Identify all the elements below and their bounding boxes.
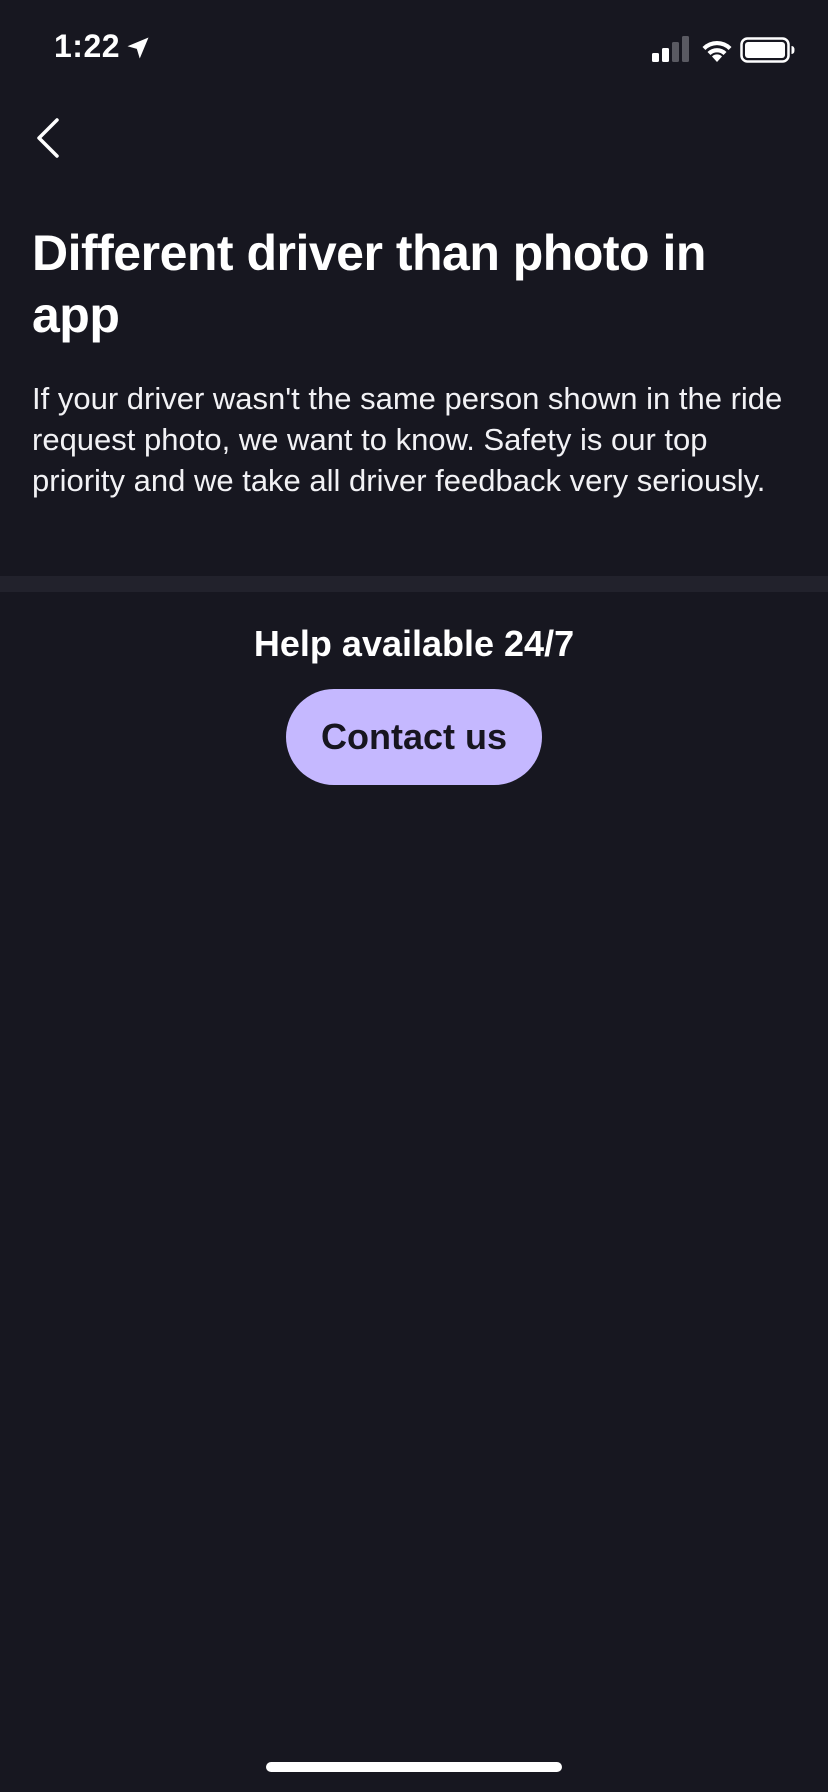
page-title: Different driver than photo in app bbox=[32, 225, 706, 343]
back-button[interactable] bbox=[22, 112, 74, 164]
home-indicator[interactable] bbox=[266, 1762, 562, 1772]
cellular-signal-icon bbox=[652, 36, 689, 62]
contact-us-button[interactable]: Contact us bbox=[286, 689, 542, 785]
chevron-left-icon bbox=[37, 118, 59, 158]
battery-icon bbox=[740, 37, 795, 63]
section-divider bbox=[0, 576, 828, 592]
status-bar: 1:22 bbox=[0, 0, 828, 100]
help-heading: Help available 24/7 bbox=[253, 623, 575, 664]
status-time: 1:22 bbox=[54, 28, 121, 64]
location-arrow-icon bbox=[127, 37, 149, 59]
wifi-icon bbox=[702, 40, 732, 62]
description-text: If your driver wasn't the same person sh… bbox=[32, 381, 783, 498]
